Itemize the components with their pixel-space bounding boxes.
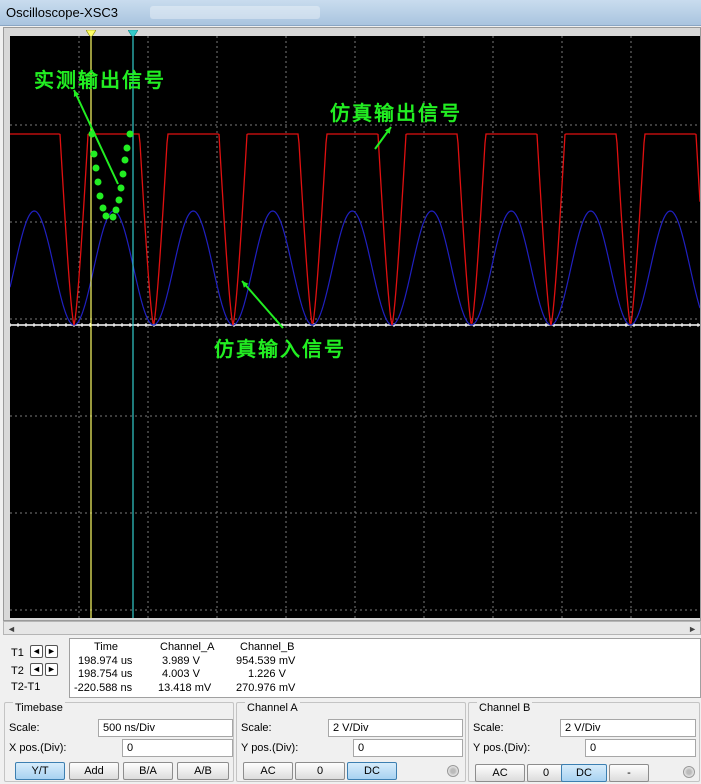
a-over-b-button[interactable]: A/B xyxy=(177,762,229,780)
annotation-dot xyxy=(90,150,98,158)
t2-time: 198.754 us xyxy=(78,668,133,680)
channel-a-title: Channel A xyxy=(245,702,300,714)
channel-b-group: Channel B Scale: 2 V/Div Y pos.(Div): 0 … xyxy=(468,702,700,782)
channel-b-ypos-field[interactable]: 0 xyxy=(585,739,696,757)
channel-b-ac-button[interactable]: AC xyxy=(475,764,525,782)
measurement-panel: T1 ◄ ► T2 ◄ ► T2-T1 Time Channel_A Chann… xyxy=(3,637,701,699)
annotation-sim-output: 仿真输出信号 xyxy=(330,101,462,125)
channel-a-ac-button[interactable]: AC xyxy=(243,762,293,780)
t2-t1-channel-a: 13.418 mV xyxy=(158,682,212,694)
t2-left-arrow-icon[interactable]: ◄ xyxy=(30,663,43,676)
annotation-dot xyxy=(99,204,107,212)
t2-t1-label: T2-T1 xyxy=(11,681,41,693)
annotation-dot xyxy=(123,144,131,152)
timebase-scale-label: Scale: xyxy=(9,722,40,734)
annotation-dot xyxy=(126,130,134,138)
t2-t1-time: -220.588 ns xyxy=(74,682,133,694)
t2-channel-b: 1.226 V xyxy=(248,668,286,680)
timebase-scale-field[interactable]: 500 ns/Div xyxy=(98,719,233,737)
channel-b-title: Channel B xyxy=(477,702,533,714)
title-bar-blur xyxy=(150,6,320,19)
scroll-right-icon[interactable]: ► xyxy=(688,624,697,634)
b-over-a-button[interactable]: B/A xyxy=(123,762,173,780)
t1-label: T1 xyxy=(11,647,24,659)
channel-a-dc-button[interactable]: DC xyxy=(347,762,397,780)
annotation-measured-output: 实测输出信号 xyxy=(34,68,166,92)
channel-b-radio-icon[interactable] xyxy=(683,766,695,778)
annotation-dot xyxy=(92,164,100,172)
t1-left-arrow-icon[interactable]: ◄ xyxy=(30,645,43,658)
channel-b-zero-button[interactable]: 0 xyxy=(527,764,565,782)
readout-table: Time Channel_A Channel_B 198.974 us 3.98… xyxy=(69,638,701,698)
header-channel-a: Channel_A xyxy=(160,641,215,653)
window-title: Oscilloscope-XSC3 xyxy=(6,5,118,20)
t1-channel-a: 3.989 V xyxy=(162,655,200,667)
horizontal-scrollbar[interactable]: ◄ ► xyxy=(3,621,701,635)
annotation-dot xyxy=(112,206,120,214)
annotation-dot xyxy=(117,184,125,192)
channel-a-ypos-label: Y pos.(Div): xyxy=(241,742,299,754)
channel-a-radio-icon[interactable] xyxy=(447,765,459,777)
annotation-arrow xyxy=(241,280,284,329)
annotation-dot xyxy=(115,196,123,204)
channel-b-dc-button[interactable]: DC xyxy=(561,764,607,782)
channel-b-scale-label: Scale: xyxy=(473,722,504,734)
timebase-title: Timebase xyxy=(13,702,65,714)
t2-row: T2 ◄ ► xyxy=(6,663,68,679)
t1-channel-b: 954.539 mV xyxy=(236,655,296,667)
timebase-xpos-field[interactable]: 0 xyxy=(122,739,233,757)
timebase-xpos-label: X pos.(Div): xyxy=(9,742,67,754)
channel-b-scale-field[interactable]: 2 V/Div xyxy=(560,719,696,737)
t2-label: T2 xyxy=(11,665,24,677)
channel-a-zero-button[interactable]: 0 xyxy=(295,762,345,780)
header-time: Time xyxy=(94,641,119,653)
channel-b-minus-button[interactable]: - xyxy=(609,764,649,782)
t1-row: T1 ◄ ► xyxy=(6,645,68,661)
channel-a-group: Channel A Scale: 2 V/Div Y pos.(Div): 0 … xyxy=(236,702,466,782)
annotation-dot xyxy=(102,212,110,220)
t1-right-arrow-icon[interactable]: ► xyxy=(45,645,58,658)
annotation-dot xyxy=(119,170,127,178)
yt-button[interactable]: Y/T xyxy=(15,762,65,780)
annotation-dot xyxy=(109,213,117,221)
scroll-left-icon[interactable]: ◄ xyxy=(7,624,16,634)
t2-right-arrow-icon[interactable]: ► xyxy=(45,663,58,676)
timebase-group: Timebase Scale: 500 ns/Div X pos.(Div): … xyxy=(4,702,234,782)
channel-a-scale-label: Scale: xyxy=(241,722,272,734)
channel-a-ypos-field[interactable]: 0 xyxy=(353,739,463,757)
header-channel-b: Channel_B xyxy=(240,641,295,653)
annotation-dot xyxy=(94,178,102,186)
annotation-sim-input: 仿真输入信号 xyxy=(214,337,346,361)
t1-time: 198.974 us xyxy=(78,655,133,667)
annotation-dot xyxy=(121,156,129,164)
channel-b-ypos-label: Y pos.(Div): xyxy=(473,742,531,754)
channel-a-scale-field[interactable]: 2 V/Div xyxy=(328,719,463,737)
title-bar: Oscilloscope-XSC3 xyxy=(0,0,701,26)
t2-channel-a: 4.003 V xyxy=(162,668,200,680)
add-button[interactable]: Add xyxy=(69,762,119,780)
annotation-dot xyxy=(96,192,104,200)
t2-t1-channel-b: 270.976 mV xyxy=(236,682,296,694)
